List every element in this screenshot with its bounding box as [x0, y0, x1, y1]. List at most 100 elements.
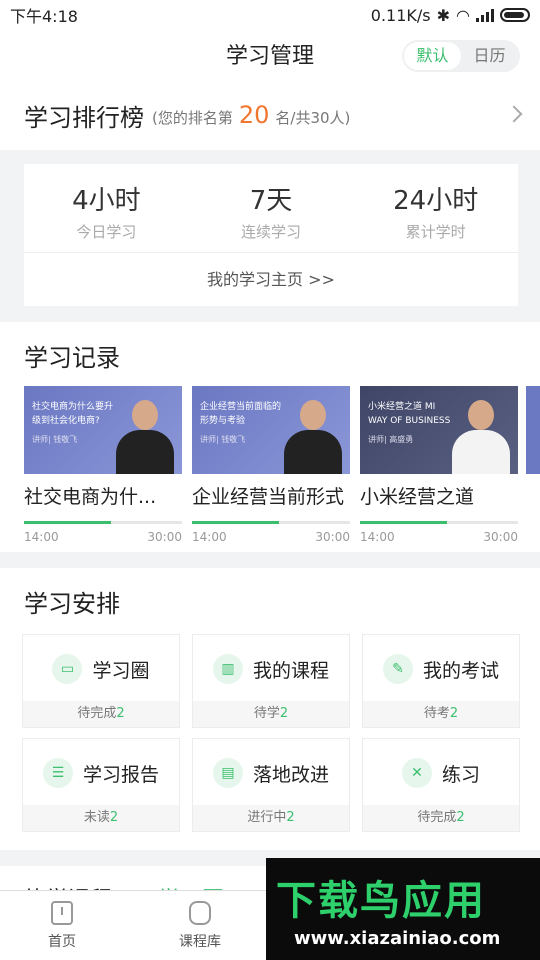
- ranking-summary: (您的排名第 20 名/共30人): [152, 101, 350, 129]
- network-speed: 0.11K/s: [370, 5, 431, 25]
- progress-start: 14:00: [24, 530, 59, 544]
- status-icons: 0.11K/s ✱ ◠: [371, 6, 530, 25]
- stat-label: 连续学习: [241, 223, 302, 241]
- progress-start: 14:00: [360, 530, 395, 544]
- record-list: 社交电商为什么要升级到社会化电商? 讲师| 钱敬飞 社交电商为什... 14:0…: [24, 386, 518, 544]
- stat-value: 4小时: [72, 186, 141, 216]
- progress-fill: [192, 521, 279, 524]
- schedule-grid: ▭ 学习圈 待完成2 ▥ 我的课程 待学2 ✎ 我的考试 待考2 ☰ 学习报告 未读2 …: [22, 634, 520, 832]
- ranking-row[interactable]: 学习排行榜 (您的排名第 20 名/共30人): [0, 80, 540, 150]
- tile-study-circle[interactable]: ▭ 学习圈 待完成2: [22, 634, 180, 728]
- ranking-number: 20: [238, 101, 270, 129]
- stat-value: 24小时: [393, 186, 479, 216]
- tab-label: 课程库: [179, 934, 221, 950]
- thumbnail-title: 小米经营之道 MI WAY OF BUSINESS: [368, 402, 451, 426]
- battery-icon: [500, 8, 530, 22]
- tile-label: 练习: [441, 763, 480, 786]
- status-bar: 下午4:18 0.11K/s ✱ ◠: [0, 0, 540, 30]
- nav-bar: 学习管理 默认 日历: [0, 30, 540, 80]
- progress-fill: [24, 521, 111, 524]
- progress-end: 30:00: [147, 530, 182, 544]
- exam-icon: ✎: [382, 654, 413, 684]
- tile-status: 待学2: [193, 701, 349, 727]
- progress-fill: [360, 521, 447, 524]
- records-section: 学习记录 社交电商为什么要升级到社会化电商? 讲师| 钱敬飞 社交电商为什...…: [0, 322, 540, 552]
- book-icon: ▥: [212, 654, 243, 684]
- tile-status: 待完成2: [23, 701, 179, 727]
- watermark-url: www.xiazainiao.com: [294, 928, 501, 949]
- tile-label: 我的课程: [252, 659, 329, 682]
- report-icon: ☰: [42, 758, 73, 788]
- chevron-right-icon: [505, 105, 523, 123]
- clipboard-icon: ▤: [212, 758, 243, 788]
- tile-label: 落地改进: [252, 763, 329, 786]
- progress-end: 30:00: [483, 530, 518, 544]
- thumbnail-lecturer: 讲师| 高盛勇: [368, 435, 414, 444]
- section-title: 学习记录: [24, 344, 120, 372]
- schedule-section: 学习安排 ▭ 学习圈 待完成2 ▥ 我的课程 待学2 ✎ 我的考试 待考2 ☰ 学习报告…: [0, 568, 540, 850]
- thumbnail-title: 社交电商为什么要升级到社会化电商?: [32, 402, 114, 426]
- record-card[interactable]: 社交电商为什么要升级到社会化电商? 讲师| 钱敬飞 社交电商为什... 14:0…: [24, 386, 182, 544]
- my-homepage-link[interactable]: 我的学习主页 >>: [24, 252, 518, 306]
- tile-study-report[interactable]: ☰ 学习报告 未读2: [22, 738, 180, 832]
- tile-my-courses[interactable]: ▥ 我的课程 待学2: [192, 634, 350, 728]
- record-card[interactable]: 企业经营当前面临的形势与考验 讲师| 钱敬飞 企业经营当前形式 14:00 30…: [192, 386, 350, 544]
- stat-label: 累计学时: [405, 223, 466, 241]
- stat-total: 24小时 累计学时: [353, 164, 518, 252]
- stat-streak: 7天 连续学习: [189, 164, 354, 252]
- course-thumbnail: 社交电商为什么要升级到社会化电商? 讲师| 钱敬飞: [24, 386, 182, 474]
- thumbnail-lecturer: 讲师| 钱敬飞: [32, 435, 78, 444]
- progress-end: 30:00: [315, 530, 350, 544]
- lecturer-image: [284, 396, 342, 474]
- stat-label: 今日学习: [76, 223, 137, 241]
- course-title: 小米经营之道: [360, 486, 475, 508]
- lecturer-image: [116, 396, 174, 474]
- course-thumbnail: 小米经营之道 MI WAY OF BUSINESS 讲师| 高盛勇: [360, 386, 518, 474]
- stats-card: 4小时 今日学习 7天 连续学习 24小时 累计学时 我的学习主页 >>: [24, 164, 518, 306]
- tools-icon: ✕: [401, 758, 432, 788]
- tile-improvement[interactable]: ▤ 落地改进 进行中2: [192, 738, 350, 832]
- progress-bar: [192, 521, 350, 524]
- tile-label: 学习圈: [92, 659, 150, 682]
- tile-label: 学习报告: [82, 763, 159, 786]
- tile-status: 待考2: [363, 701, 519, 727]
- tile-label: 我的考试: [422, 659, 499, 682]
- tab-label: 首页: [48, 934, 76, 950]
- thumbnail-lecturer: 讲师| 钱敬飞: [200, 435, 246, 444]
- bluetooth-icon: ✱: [436, 5, 451, 25]
- tile-practice[interactable]: ✕ 练习 待完成2: [362, 738, 520, 832]
- watermark: 下载鸟应用 www.xiazainiao.com: [266, 858, 540, 960]
- progress-bar: [360, 521, 518, 524]
- tile-status: 进行中2: [193, 805, 349, 831]
- ranking-prefix: (您的排名第: [152, 109, 233, 127]
- progress-start: 14:00: [192, 530, 227, 544]
- tab-home[interactable]: 首页: [22, 901, 102, 951]
- view-toggle: 默认 日历: [402, 40, 520, 72]
- ranking-suffix: 名/共30人): [275, 109, 351, 127]
- signal-icon: [476, 8, 494, 22]
- library-icon: [189, 901, 211, 925]
- lecturer-image: [452, 396, 510, 474]
- tab-calendar[interactable]: 日历: [461, 42, 518, 70]
- stat-value: 7天: [249, 186, 293, 216]
- course-thumbnail: 企业经营当前面临的形势与考验 讲师| 钱敬飞: [192, 386, 350, 474]
- tile-status: 未读2: [23, 805, 179, 831]
- tab-default[interactable]: 默认: [404, 42, 461, 70]
- stat-today: 4小时 今日学习: [24, 164, 189, 252]
- record-card-peek[interactable]: [526, 386, 540, 474]
- thumbnail-title: 企业经营当前面临的形势与考验: [200, 402, 282, 426]
- record-card[interactable]: 小米经营之道 MI WAY OF BUSINESS 讲师| 高盛勇 小米经营之道…: [360, 386, 518, 544]
- status-time: 下午4:18: [10, 7, 78, 26]
- section-title: 学习安排: [24, 590, 120, 618]
- watermark-title: 下载鸟应用: [276, 878, 486, 924]
- ranking-title: 学习排行榜: [24, 103, 144, 132]
- tab-course-library[interactable]: 课程库: [160, 901, 240, 951]
- wifi-icon: ◠: [456, 5, 470, 25]
- tile-my-exams[interactable]: ✎ 我的考试 待考2: [362, 634, 520, 728]
- monitor-icon: ▭: [52, 654, 83, 684]
- home-icon: [51, 901, 73, 925]
- course-title: 企业经营当前形式: [192, 486, 345, 508]
- course-title: 社交电商为什...: [24, 486, 157, 508]
- progress-bar: [24, 521, 182, 524]
- tile-status: 待完成2: [363, 805, 519, 831]
